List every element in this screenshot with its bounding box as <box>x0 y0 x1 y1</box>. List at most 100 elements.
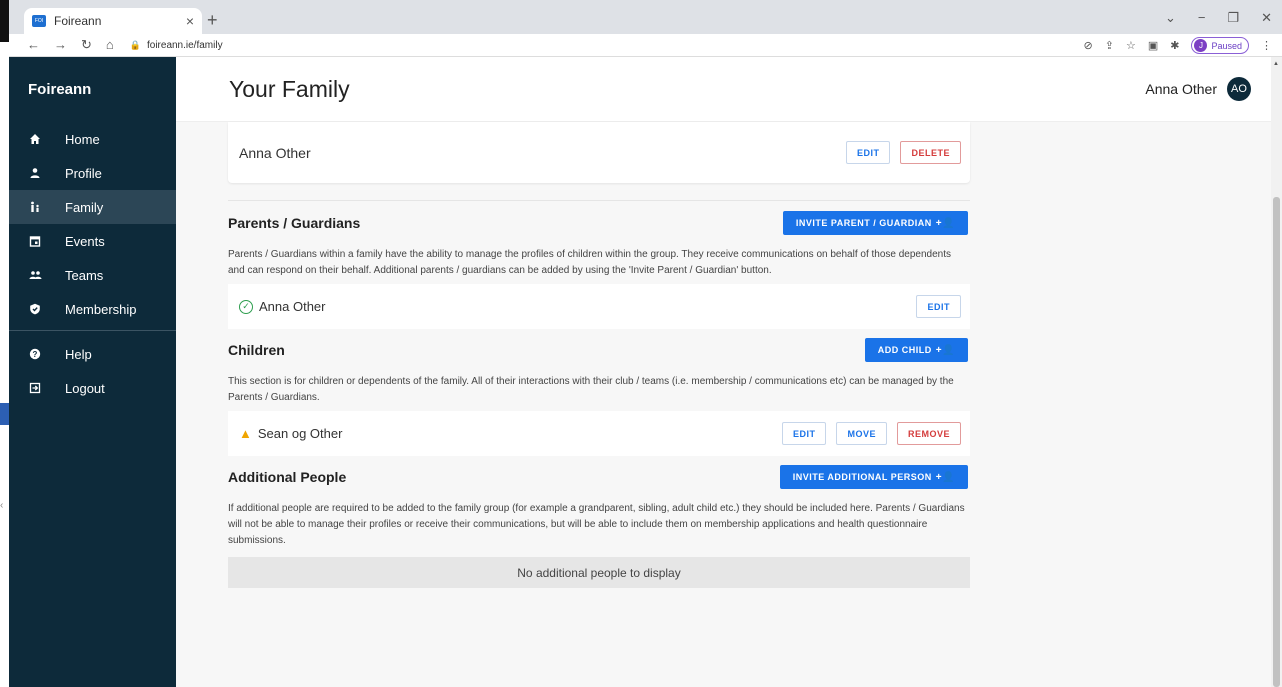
sidebar-item-membership[interactable]: Membership <box>9 292 176 326</box>
extension-icon[interactable]: ▣ <box>1148 39 1158 52</box>
left-edge-accent <box>0 403 9 425</box>
family-icon <box>29 201 65 213</box>
favicon-icon: FOI <box>32 15 46 27</box>
sidebar-item-home[interactable]: Home <box>9 122 176 156</box>
reload-icon[interactable]: ↻ <box>81 37 92 53</box>
left-edge-strip: ‹ <box>0 0 9 687</box>
profile-paused-button[interactable]: J Paused <box>1191 37 1249 54</box>
invite-additional-button[interactable]: INVITE ADDITIONAL PERSON +👤 <box>779 465 968 489</box>
url-text: foireann.ie/family <box>146 39 223 51</box>
extension-icons: ⊘ ⇪ ☆ ▣ ✱ J Paused ⋮ <box>1084 37 1272 54</box>
help-icon: ? <box>29 348 65 360</box>
shield-icon <box>29 303 65 315</box>
children-section-header: Children ADD CHILD +👤 <box>228 337 970 363</box>
logout-icon <box>29 382 65 394</box>
group-icon <box>29 269 65 281</box>
warning-icon: ▲ <box>239 426 252 441</box>
sidebar-item-label: Events <box>65 233 105 249</box>
sidebar-menu: Home Profile Family Events Teams Members… <box>9 122 176 405</box>
restore-icon[interactable]: ❐ <box>1227 10 1239 26</box>
person-add-icon: +👤 <box>935 344 955 356</box>
browser-tab[interactable]: FOI Foireann × <box>24 8 202 34</box>
share-icon[interactable]: ⇪ <box>1105 39 1114 52</box>
additional-title: Additional People <box>228 469 347 485</box>
sidebar-item-events[interactable]: Events <box>9 224 176 258</box>
nav-buttons: ← → ↻ ⌂ <box>9 37 114 53</box>
lock-icon: 🔒 <box>129 39 141 50</box>
remove-child-button[interactable]: REMOVE <box>896 422 961 445</box>
parent-actions: EDIT <box>916 295 961 318</box>
child-name: Sean og Other <box>257 426 343 441</box>
tab-bar: FOI Foireann × + ⌄ − ❐ ✕ <box>9 0 1282 34</box>
browser-menu-icon[interactable]: ⋮ <box>1261 39 1272 52</box>
sidebar-divider <box>9 330 176 331</box>
home-icon <box>29 133 65 145</box>
sidebar-item-teams[interactable]: Teams <box>9 258 176 292</box>
close-window-icon[interactable]: ✕ <box>1261 10 1272 26</box>
home-browser-icon[interactable]: ⌂ <box>106 37 114 53</box>
sidebar-item-label: Profile <box>65 165 102 181</box>
address-bar-row: ← → ↻ ⌂ 🔒 foireann.ie/family ⊘ ⇪ ☆ ▣ ✱ J… <box>9 34 1282 57</box>
family-owner-card: Anna Other EDIT DELETE <box>228 122 970 183</box>
edit-child-button[interactable]: EDIT <box>781 422 827 445</box>
parents-description: Parents / Guardians within a family have… <box>228 249 952 276</box>
scrollbar-thumb[interactable] <box>1273 197 1280 687</box>
back-icon[interactable]: ← <box>27 37 40 53</box>
add-child-button[interactable]: ADD CHILD +👤 <box>864 338 968 362</box>
bookmark-star-icon[interactable]: ☆ <box>1126 39 1136 52</box>
browser-chrome: FOI Foireann × + ⌄ − ❐ ✕ ← → ↻ ⌂ 🔒 foire… <box>9 0 1282 57</box>
invite-parent-label: INVITE PARENT / GUARDIAN <box>795 218 932 228</box>
svg-text:?: ? <box>33 350 38 359</box>
close-tab-icon[interactable]: × <box>186 13 194 29</box>
new-tab-icon[interactable]: + <box>207 10 218 31</box>
user-name: Anna Other <box>1145 81 1217 97</box>
invite-parent-button[interactable]: INVITE PARENT / GUARDIAN +👤 <box>782 211 968 235</box>
list-item: ▲ Sean og Other EDIT MOVE REMOVE <box>228 411 970 456</box>
children-description: This section is for children or dependen… <box>228 376 954 403</box>
empty-state: No additional people to display <box>228 557 970 588</box>
owner-actions: EDIT DELETE <box>845 141 961 164</box>
sidebar-item-label: Help <box>65 346 92 362</box>
sidebar: Foireann Home Profile Family Events Team… <box>9 57 176 687</box>
parent-name-wrapper: ✓ Anna Other <box>239 299 326 314</box>
brand-logo[interactable]: Foireann <box>9 57 176 122</box>
user-menu[interactable]: Anna Other AO <box>1145 77 1251 101</box>
sidebar-item-label: Home <box>65 131 100 147</box>
parents-section-header: Parents / Guardians INVITE PARENT / GUAR… <box>228 210 970 236</box>
tab-title: Foireann <box>54 14 102 28</box>
tab-search-icon[interactable]: ⌄ <box>1165 10 1176 26</box>
sidebar-item-help[interactable]: ? Help <box>9 337 176 371</box>
family-content: Anna Other EDIT DELETE Parents / Guardia… <box>228 122 970 588</box>
page-title: Your Family <box>229 75 350 102</box>
person-icon <box>29 167 65 179</box>
sidebar-item-logout[interactable]: Logout <box>9 371 176 405</box>
scrollbar[interactable]: ▲ <box>1271 57 1282 687</box>
owner-name: Anna Other <box>239 144 311 161</box>
move-child-button[interactable]: MOVE <box>836 422 887 445</box>
main-content: Anna Other EDIT DELETE Parents / Guardia… <box>176 122 1271 687</box>
calendar-icon <box>29 235 65 247</box>
children-title: Children <box>228 342 285 358</box>
puzzle-icon[interactable]: ✱ <box>1170 39 1179 52</box>
additional-description: If additional people are required to be … <box>228 503 965 546</box>
parent-name: Anna Other <box>259 299 326 314</box>
sidebar-item-family[interactable]: Family <box>9 190 176 224</box>
add-child-label: ADD CHILD <box>877 345 932 355</box>
forward-icon[interactable]: → <box>54 37 67 53</box>
invite-additional-label: INVITE ADDITIONAL PERSON <box>792 472 932 482</box>
sidebar-item-label: Logout <box>65 380 105 396</box>
sidebar-item-label: Teams <box>65 267 104 283</box>
additional-section-header: Additional People INVITE ADDITIONAL PERS… <box>228 464 970 490</box>
minimize-icon[interactable]: − <box>1198 10 1206 26</box>
person-add-icon: +👤 <box>935 217 955 229</box>
child-actions: EDIT MOVE REMOVE <box>781 422 961 445</box>
edit-owner-button[interactable]: EDIT <box>845 141 891 164</box>
edit-parent-button[interactable]: EDIT <box>916 295 961 318</box>
scroll-up-icon[interactable]: ▲ <box>1273 61 1279 67</box>
delete-owner-button[interactable]: DELETE <box>900 141 961 164</box>
sidebar-item-profile[interactable]: Profile <box>9 156 176 190</box>
check-circle-icon: ✓ <box>239 299 253 314</box>
eye-off-icon[interactable]: ⊘ <box>1084 39 1093 52</box>
left-edge-dark <box>0 0 9 42</box>
address-bar[interactable]: 🔒 foireann.ie/family <box>130 40 223 51</box>
